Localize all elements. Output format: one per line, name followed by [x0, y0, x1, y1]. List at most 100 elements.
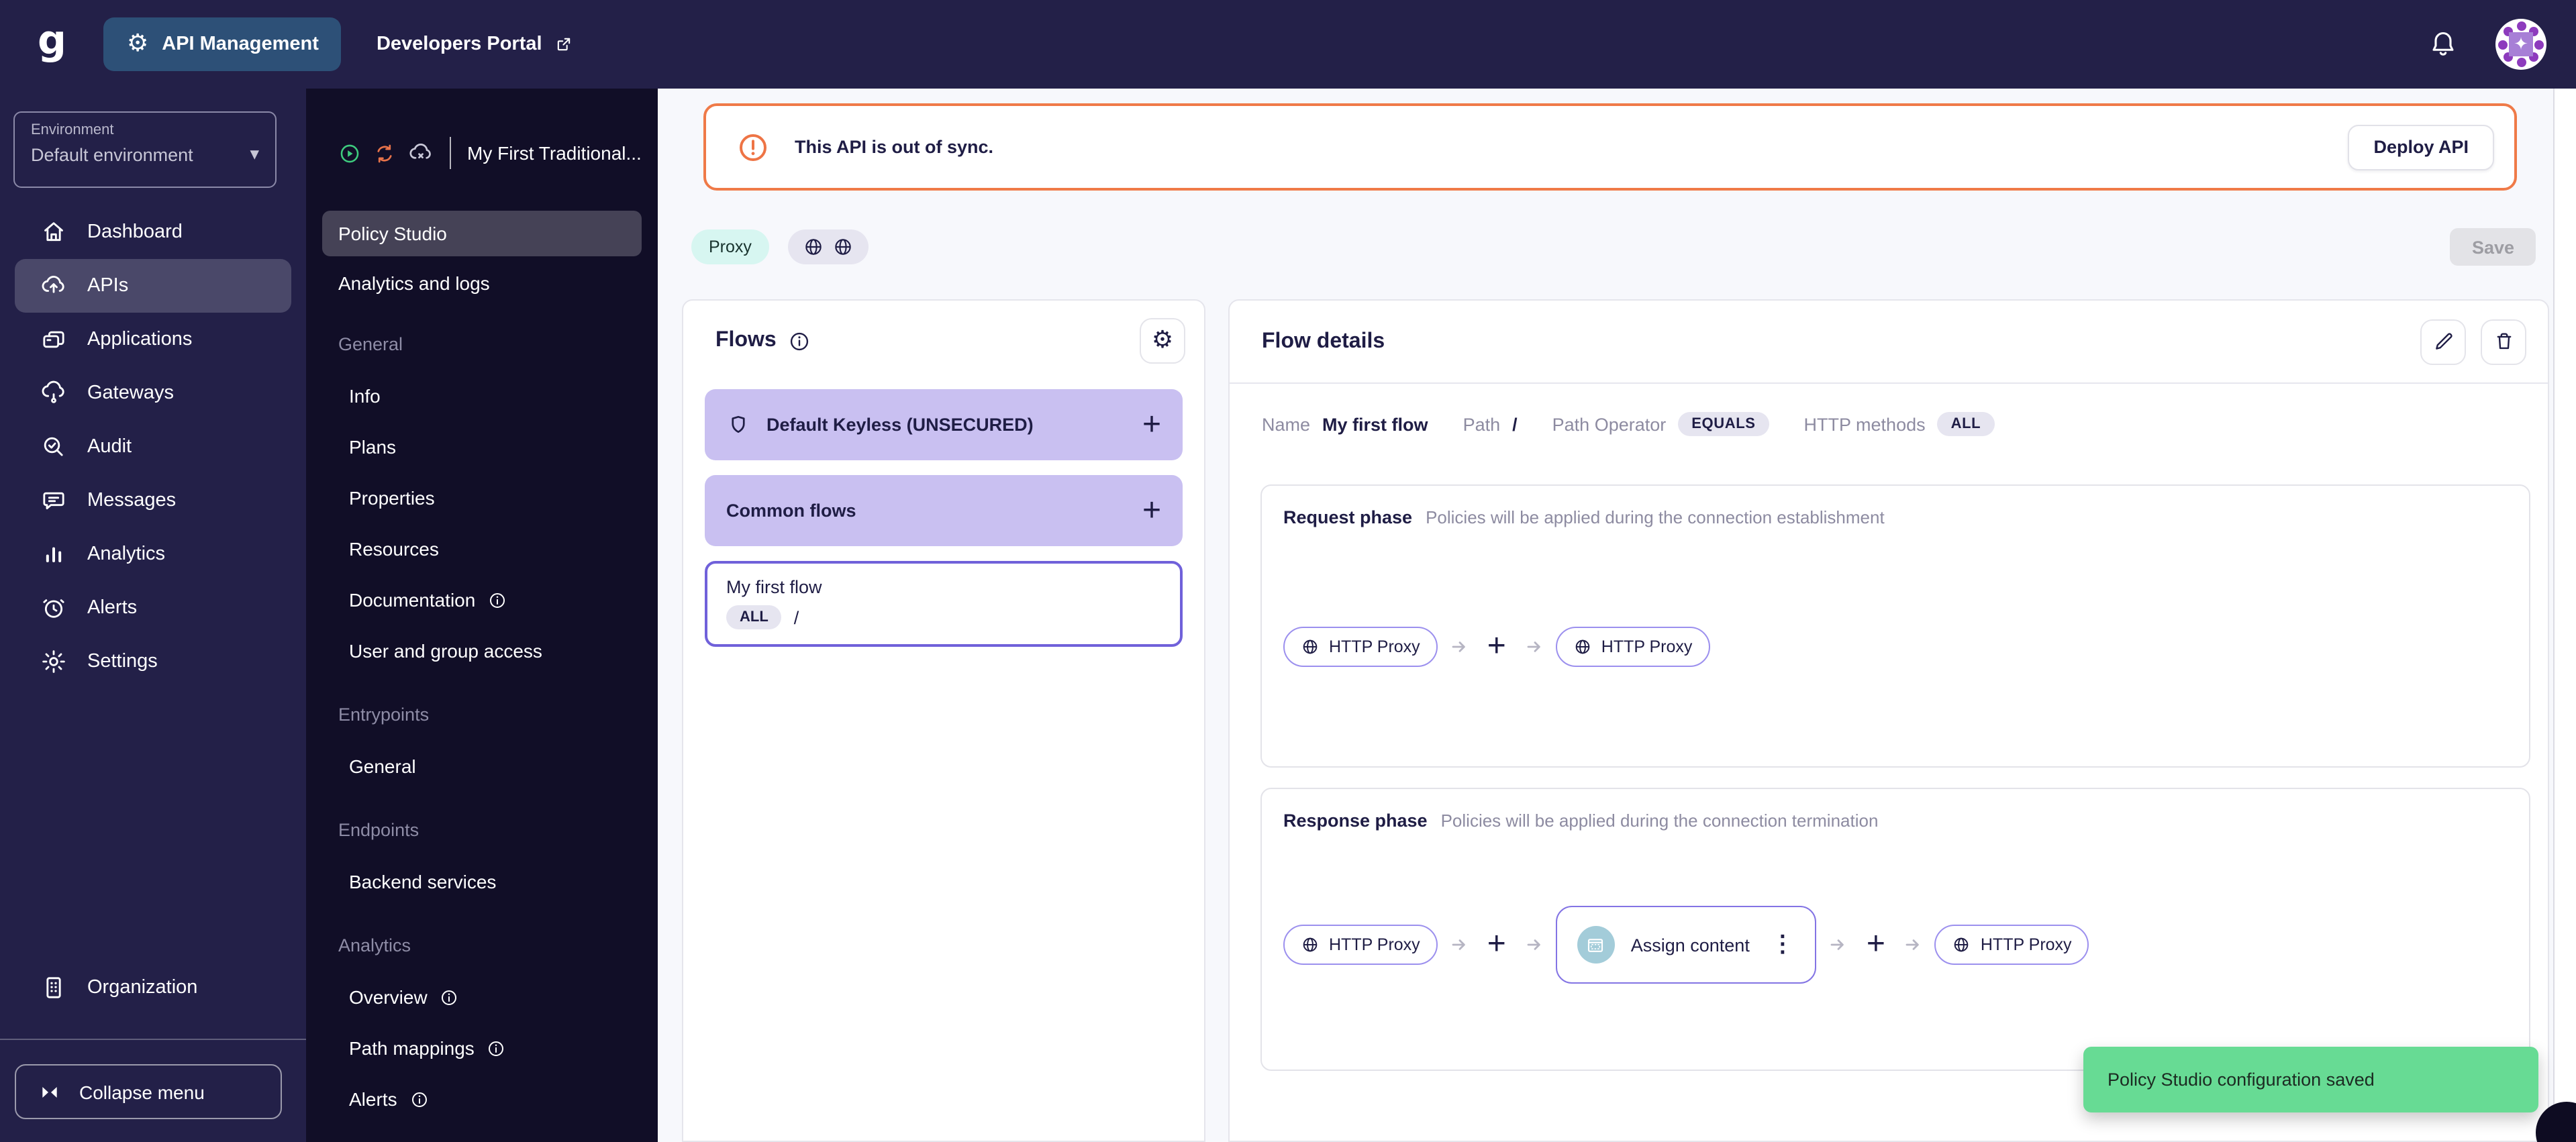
sidebar-item-label: Audit	[87, 436, 132, 458]
scrollbar-track[interactable]	[2553, 89, 2576, 1142]
info-icon	[489, 1041, 504, 1055]
request-phase-title: Request phase	[1283, 507, 1413, 527]
not-deployed-cloud-icon	[409, 143, 431, 158]
deploy-api-button[interactable]: Deploy API	[2348, 124, 2494, 170]
save-button[interactable]: Save	[2450, 228, 2536, 266]
api-management-label: API Management	[162, 34, 319, 55]
api-nav-documentation[interactable]: Documentation	[322, 574, 642, 625]
api-name: My First Traditional...	[467, 142, 642, 164]
gear-icon: ⚙	[1151, 326, 1174, 354]
plan-row-keyless[interactable]: Default Keyless (UNSECURED) +	[705, 389, 1183, 460]
sidebar-item-alerts[interactable]: Alerts	[15, 581, 291, 635]
sidebar-item-label: Organization	[87, 977, 198, 998]
api-nav-user-group-access[interactable]: User and group access	[322, 625, 642, 676]
header-divider	[450, 137, 451, 169]
flow-item-selected[interactable]: My first flow ALL /	[705, 561, 1183, 647]
assign-content-icon	[1577, 926, 1615, 964]
http-proxy-connector[interactable]: HTTP Proxy	[1555, 627, 1710, 667]
globe-icon	[1303, 937, 1318, 952]
assign-content-policy[interactable]: Assign content ⋮	[1555, 906, 1817, 984]
avatar-sparkle-icon: ✦	[2509, 32, 2533, 56]
api-nav-backend-services[interactable]: Backend services	[322, 856, 642, 907]
collapse-menu-button[interactable]: Collapse menu	[15, 1064, 282, 1119]
api-nav-properties[interactable]: Properties	[322, 472, 642, 523]
sidebar-item-applications[interactable]: Applications	[15, 313, 291, 366]
chat-bubble-icon	[43, 492, 64, 510]
trash-icon	[2496, 333, 2511, 350]
flows-settings-button[interactable]: ⚙	[1140, 318, 1185, 364]
api-nav-resources[interactable]: Resources	[322, 523, 642, 574]
sidebar-item-analytics[interactable]: Analytics	[15, 527, 291, 581]
out-of-sync-icon[interactable]	[373, 142, 396, 164]
api-nav-overview[interactable]: Overview	[322, 972, 642, 1023]
arrow-right-icon	[1527, 641, 1540, 652]
warning-icon	[740, 134, 766, 160]
arrow-right-icon	[1452, 641, 1465, 652]
api-nav-path-mappings[interactable]: Path mappings	[322, 1023, 642, 1074]
developers-portal-label: Developers Portal	[376, 34, 542, 55]
globe-icon	[805, 239, 822, 255]
methods-badge: ALL	[1937, 412, 1995, 436]
arrow-right-icon	[1831, 939, 1844, 950]
entrypoint-endpoint-chip	[787, 229, 869, 264]
cloud-gateway-icon	[42, 380, 64, 403]
sidebar-item-messages[interactable]: Messages	[15, 474, 291, 527]
sidebar-item-label: APIs	[87, 275, 129, 297]
chevron-down-icon: ▾	[250, 144, 259, 164]
sidebar-item-label: Alerts	[87, 597, 138, 619]
user-avatar[interactable]: ✦	[2495, 19, 2546, 70]
flow-path: /	[793, 607, 799, 627]
plan-row-common-flows[interactable]: Common flows +	[705, 475, 1183, 546]
http-proxy-connector[interactable]: HTTP Proxy	[1283, 627, 1438, 667]
banner-message: This API is out of sync.	[795, 137, 994, 157]
add-flow-button[interactable]: +	[1142, 408, 1161, 441]
operator-label: Path Operator	[1552, 414, 1667, 434]
add-policy-button[interactable]: +	[1487, 630, 1506, 663]
sidebar-item-settings[interactable]: Settings	[15, 635, 291, 688]
shield-icon	[732, 415, 745, 433]
sidebar-divider	[0, 1039, 306, 1040]
sidebar-item-label: Dashboard	[87, 221, 183, 243]
http-proxy-connector[interactable]: HTTP Proxy	[1934, 925, 2089, 965]
sidebar-item-dashboard[interactable]: Dashboard	[15, 205, 291, 259]
api-nav-info[interactable]: Info	[322, 370, 642, 421]
alarm-clock-icon	[43, 599, 64, 618]
api-nav-alerts[interactable]: Alerts	[322, 1074, 642, 1125]
sidebar-item-audit[interactable]: Audit	[15, 420, 291, 474]
sidebar-item-label: Analytics	[87, 543, 166, 565]
api-nav-plans[interactable]: Plans	[322, 421, 642, 472]
name-label: Name	[1262, 414, 1311, 434]
start-api-icon[interactable]	[338, 142, 361, 164]
add-policy-button[interactable]: +	[1487, 928, 1506, 961]
arrow-right-icon	[1527, 939, 1540, 950]
api-management-switcher[interactable]: ⚙ API Management	[103, 17, 342, 71]
sidebar-item-apis[interactable]: APIs	[15, 259, 291, 313]
api-nav-policy-studio[interactable]: Policy Studio	[322, 211, 642, 256]
flow-name: My first flow	[726, 577, 822, 597]
add-flow-button[interactable]: +	[1142, 494, 1161, 527]
delete-flow-button[interactable]	[2481, 319, 2526, 364]
notifications-bell-icon[interactable]	[2428, 30, 2458, 59]
flows-title: Flows	[715, 329, 777, 352]
policy-menu-kebab[interactable]: ⋮	[1766, 931, 1799, 958]
add-policy-button[interactable]: +	[1867, 928, 1885, 961]
sidebar-item-gateways[interactable]: Gateways	[15, 366, 291, 420]
toast-message: Policy Studio configuration saved	[2108, 1070, 2375, 1090]
external-link-icon	[557, 38, 570, 51]
globe-icon	[1575, 639, 1590, 654]
info-icon[interactable]	[789, 329, 811, 352]
audit-search-icon	[44, 437, 63, 456]
section-analytics: Analytics	[338, 935, 411, 955]
environment-select[interactable]: Environment Default environment ▾	[13, 111, 277, 188]
collapse-menu-label: Collapse menu	[79, 1081, 205, 1102]
top-bar: g ⚙ API Management Developers Portal ✦	[0, 0, 2576, 89]
plan-label: Common flows	[726, 501, 856, 521]
pencil-icon	[2435, 333, 2452, 350]
developers-portal-link[interactable]: Developers Portal	[377, 34, 573, 55]
api-nav-entrypoints-general[interactable]: General	[322, 741, 642, 792]
api-nav-analytics-logs[interactable]: Analytics and logs	[322, 260, 642, 306]
sidebar-item-organization[interactable]: Organization	[15, 961, 291, 1015]
edit-flow-button[interactable]	[2420, 319, 2466, 364]
response-phase-subtitle: Policies will be applied during the conn…	[1440, 811, 1879, 831]
http-proxy-connector[interactable]: HTTP Proxy	[1283, 925, 1438, 965]
